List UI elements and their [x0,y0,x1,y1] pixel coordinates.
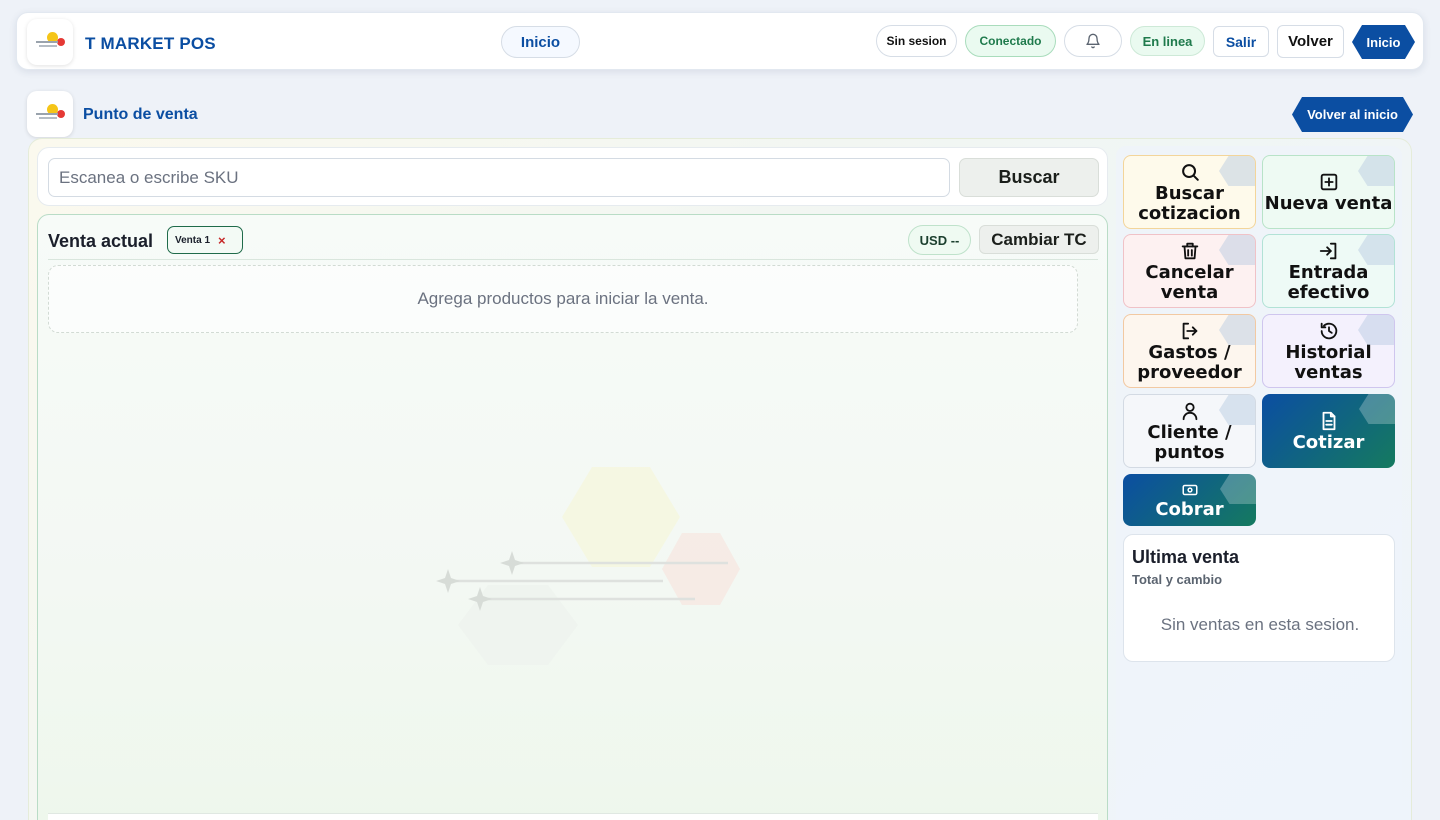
page-title: Punto de venta [83,106,198,123]
current-sale-title: Venta actual [48,231,154,251]
back-home-button[interactable]: Volver al inicio [1292,97,1413,132]
new-sale-label: Nueva venta [1264,192,1393,214]
notifications-button[interactable] [1064,25,1122,57]
search-quote-label: Buscar cotizacion [1138,182,1241,224]
sales-history-label: Historial ventas [1285,341,1372,383]
search-quote-button[interactable]: Buscar cotizacion [1123,155,1256,229]
search-icon [1181,163,1199,181]
new-sale-button[interactable]: Nueva venta [1262,155,1395,229]
cancel-sale-label: Cancelar venta [1145,261,1234,303]
bell-icon [1086,33,1100,49]
currency-badge: USD -- [908,225,971,255]
empty-cart-message: Agrega productos para iniciar la venta. [48,265,1078,333]
close-tab-icon[interactable]: × [218,233,226,248]
charge-button[interactable]: Cobrar [1123,474,1256,526]
charge-label: Cobrar [1155,498,1224,520]
expenses-supplier-label: Gastos / proveedor [1137,341,1242,383]
cash-icon [1182,484,1197,495]
search-button[interactable]: Buscar [959,158,1099,197]
online-status-badge: En linea [1130,26,1205,56]
logout-button[interactable]: Salir [1213,26,1269,57]
sale-tab-label: Venta 1 [175,234,211,246]
cancel-sale-button[interactable]: Cancelar venta [1123,234,1256,308]
customer-points-button[interactable]: Cliente / puntos [1123,394,1256,468]
sale-divider [48,259,1098,260]
plus-square-icon [1320,173,1337,190]
customer-points-label: Cliente / puntos [1147,421,1232,463]
history-icon [1320,322,1337,339]
watermark-logo-icon [436,467,740,665]
connection-status-badge: Conectado [965,25,1056,57]
expenses-supplier-button[interactable]: Gastos / proveedor [1123,314,1256,388]
cash-in-button[interactable]: Entrada efectivo [1262,234,1395,308]
brand-name: T MARKET POS [85,34,216,53]
top-bar: T MARKET POS Inicio Sin sesion Conectado… [16,12,1424,70]
brand-logo[interactable] [27,19,73,65]
sku-search-card: Buscar [37,147,1108,206]
home-hex-button[interactable]: Inicio [1352,25,1415,59]
trash-icon [1181,242,1198,259]
session-status-badge[interactable]: Sin sesion [876,25,957,57]
last-sale-subtitle: Total y cambio [1132,572,1223,587]
user-icon [1182,402,1197,420]
document-icon [1322,411,1335,430]
current-sale-card: Venta actual Venta 1 × USD -- Cambiar TC… [37,214,1108,820]
last-sale-empty-message: Sin ventas en esta sesion. [1160,615,1360,634]
sale-footer [48,813,1098,820]
cash-in-label: Entrada efectivo [1287,261,1370,303]
last-sale-card: Ultima venta Total y cambio Sin ventas e… [1123,534,1395,662]
back-button[interactable]: Volver [1277,25,1344,58]
sku-search-input[interactable] [48,158,950,197]
change-rate-button[interactable]: Cambiar TC [979,225,1099,254]
login-icon [1319,242,1336,259]
logout-icon [1182,322,1197,339]
nav-home-button[interactable]: Inicio [501,26,580,58]
sales-history-button[interactable]: Historial ventas [1262,314,1395,388]
sale-tab[interactable]: Venta 1 × [167,226,243,254]
page-logo [27,91,73,137]
quote-button[interactable]: Cotizar [1262,394,1395,468]
quote-label: Cotizar [1292,431,1365,453]
last-sale-title: Ultima venta [1132,547,1240,567]
